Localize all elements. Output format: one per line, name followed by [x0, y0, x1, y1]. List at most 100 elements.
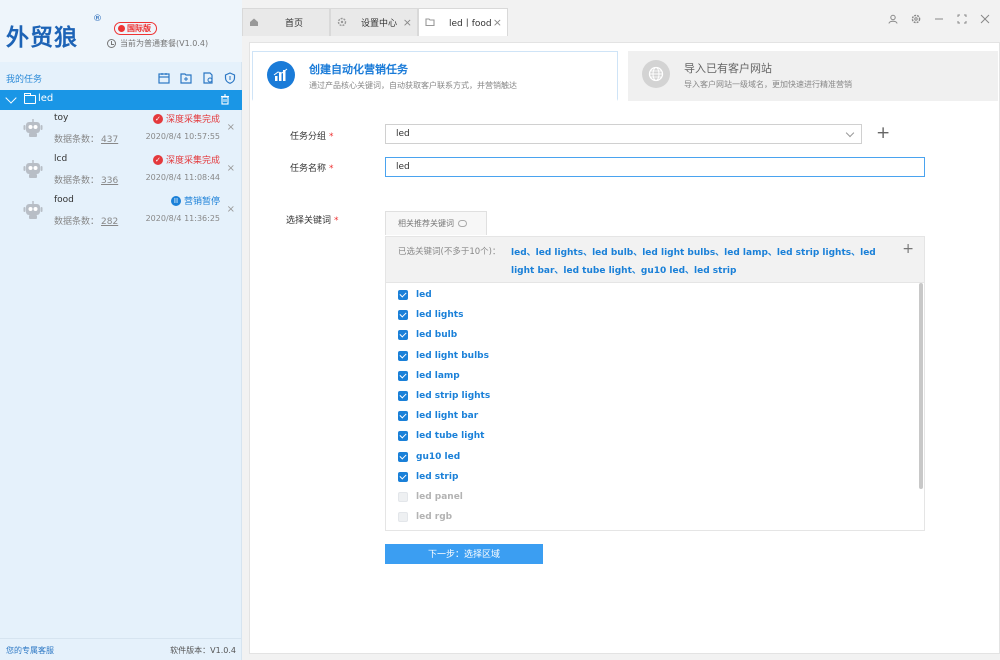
keyword-item[interactable]: led lamp: [398, 368, 460, 384]
customer-service-link[interactable]: 您的专属客服: [6, 645, 54, 656]
brand-header: 外贸狼 ® 国际版 当前为普通套餐(V1.0.4): [0, 0, 242, 62]
keyword-label: led rgb: [416, 512, 453, 523]
window-controls: [888, 14, 990, 24]
task-item[interactable]: toy 数据条数： 437 ✓ 深度采集完成 2020/8/4 10:57:55 …: [0, 108, 242, 150]
task-count-value[interactable]: 282: [101, 217, 118, 227]
checkbox[interactable]: [398, 451, 408, 462]
close-icon[interactable]: ×: [227, 204, 235, 215]
task-count: 数据条数： 336: [54, 173, 118, 186]
keyword-label: 选择关键词 *: [286, 213, 339, 226]
minimize-icon[interactable]: [934, 14, 944, 24]
keyword-label: led tube light: [416, 431, 485, 442]
import-site-desc: 导入客户网站一级域名，更加快速进行精准营销: [684, 80, 852, 89]
close-window-icon[interactable]: [980, 14, 990, 24]
task-item[interactable]: lcd 数据条数： 336 ✓ 深度采集完成 2020/8/4 11:08:44 …: [0, 149, 242, 191]
next-step-button[interactable]: 下一步：选择区域: [385, 544, 543, 564]
keyword-item[interactable]: led strip lights: [398, 388, 490, 404]
check-circle-icon: ✓: [152, 154, 163, 165]
checkbox[interactable]: [398, 310, 408, 321]
keyword-item[interactable]: led: [398, 287, 432, 303]
close-icon[interactable]: ×: [227, 163, 235, 174]
keyword-item[interactable]: led tube light: [398, 428, 484, 444]
add-group-button[interactable]: +: [876, 125, 890, 142]
keyword-item[interactable]: led bulb: [398, 327, 457, 343]
task-group-select[interactable]: led: [385, 124, 862, 144]
add-folder-icon[interactable]: [178, 70, 194, 86]
chevron-down-icon[interactable]: [5, 92, 17, 104]
keyword-label: led strip: [416, 471, 459, 482]
checkbox[interactable]: [398, 471, 408, 482]
keyword-item[interactable]: led light bulbs: [398, 348, 489, 364]
plan-info: 当前为普通套餐(V1.0.4): [107, 38, 208, 49]
task-status-label: 深度采集完成: [165, 115, 220, 125]
folder-icon: [425, 17, 435, 30]
close-tab-icon[interactable]: ×: [493, 16, 502, 29]
checkbox[interactable]: [398, 370, 408, 381]
checkbox[interactable]: [398, 411, 408, 422]
task-group-label-text: 任务分组: [290, 132, 327, 142]
user-icon[interactable]: [888, 14, 898, 24]
keyword-item[interactable]: led lights: [398, 307, 463, 323]
task-name-input[interactable]: led: [385, 157, 925, 177]
keyword-label: led strip lights: [416, 391, 491, 401]
settings-icon[interactable]: [911, 14, 921, 24]
keyword-item[interactable]: led rgb: [398, 509, 452, 525]
checkbox[interactable]: [398, 512, 408, 523]
checkbox[interactable]: [398, 330, 408, 341]
keyword-item[interactable]: led light bar: [398, 408, 478, 424]
checkbox[interactable]: [398, 290, 408, 300]
task-name: food: [54, 195, 74, 205]
keyword-item[interactable]: led strip: [398, 469, 458, 485]
registered-mark: ®: [93, 14, 102, 24]
checkbox[interactable]: [398, 391, 408, 401]
scrollbar[interactable]: [919, 283, 923, 489]
tab-home[interactable]: 首页: [242, 8, 330, 36]
edition-badge: 国际版: [114, 22, 157, 35]
task-item[interactable]: food 数据条数： 282 II 营销暂停 2020/8/4 11:36:25 …: [0, 190, 242, 232]
sidebar-toolbar: [156, 70, 238, 86]
required-mark: *: [334, 216, 339, 226]
selected-keywords-values: led、led lights、led bulb、led light bulbs、…: [511, 248, 876, 276]
add-file-icon[interactable]: [200, 70, 216, 86]
keyword-label: led light bulbs: [416, 350, 489, 361]
add-keyword-button[interactable]: +: [902, 241, 914, 257]
software-version: 软件版本：V1.0.4: [170, 646, 236, 655]
keyword-item[interactable]: gu10 led: [398, 449, 460, 465]
gear-icon: [337, 17, 347, 30]
chat-bubble-icon: [458, 220, 467, 227]
pause-circle-icon: II: [170, 195, 181, 206]
tab-label: 首页: [285, 19, 304, 29]
checkbox[interactable]: [398, 492, 408, 502]
required-mark: *: [329, 164, 334, 174]
close-tab-icon[interactable]: ×: [403, 16, 412, 29]
tab-label: led丨food: [449, 19, 492, 29]
keyword-label: led lights: [416, 310, 464, 321]
calendar-icon[interactable]: [156, 70, 172, 86]
tab-settings[interactable]: 设置中心 ×: [330, 8, 418, 36]
close-icon[interactable]: ×: [227, 122, 235, 133]
folder-icon: [24, 93, 36, 104]
tab-recommended-keywords[interactable]: 相关推荐关键词: [385, 211, 487, 235]
trash-icon[interactable]: [220, 94, 230, 108]
task-count-value[interactable]: 437: [101, 135, 118, 145]
task-count: 数据条数： 282: [54, 214, 118, 227]
task-status-label: 营销暂停: [183, 197, 220, 207]
maximize-icon[interactable]: [957, 14, 967, 24]
task-count-label: 数据条数：: [54, 135, 100, 145]
keyword-item[interactable]: led panel: [398, 489, 463, 505]
task-status-label: 深度采集完成: [165, 156, 220, 166]
create-task-title: 创建自动化营销任务: [309, 63, 408, 76]
selected-keywords-box: 已选关键词(不多于10个)： led、led lights、led bulb、l…: [385, 236, 925, 283]
create-task-card[interactable]: 创建自动化营销任务 通过产品核心关键词，自动获取客户联系方式，并营销触达: [252, 51, 618, 101]
import-site-card[interactable]: 导入已有客户网站 导入客户网站一级域名，更加快速进行精准营销: [628, 51, 998, 101]
checkbox[interactable]: [398, 431, 408, 442]
globe-icon: [642, 60, 670, 88]
checkbox[interactable]: [398, 350, 408, 361]
shield-icon[interactable]: [222, 70, 238, 86]
task-group-value: led: [396, 129, 410, 139]
task-group-led[interactable]: led: [0, 90, 242, 110]
task-count-value[interactable]: 336: [101, 176, 118, 186]
task-name: lcd: [54, 154, 68, 164]
tab-task-detail[interactable]: led丨food ×: [418, 8, 508, 36]
keyword-label: led: [416, 290, 432, 300]
